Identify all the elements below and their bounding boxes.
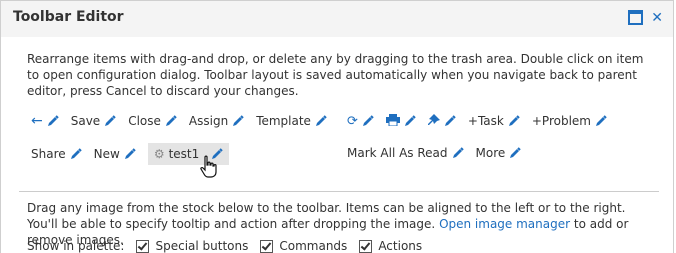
toolbar-item-add-problem[interactable]: +Problem <box>532 111 607 131</box>
section-divider <box>19 191 659 192</box>
toolbar-item-assign[interactable]: Assign <box>189 111 244 131</box>
edit-pencil-icon[interactable] <box>444 115 456 127</box>
toolbar-item-label: More <box>475 146 506 160</box>
toolbar-item-more[interactable]: More <box>476 143 522 163</box>
edit-pencil-icon[interactable] <box>232 115 244 127</box>
edit-pencil-icon[interactable] <box>165 115 177 127</box>
back-arrow-icon: ← <box>31 113 43 129</box>
open-image-manager-link[interactable]: Open image manager <box>439 217 570 231</box>
checkbox-label: Commands <box>279 239 348 253</box>
printer-icon <box>385 113 400 129</box>
checkbox-checked-icon[interactable] <box>260 239 274 253</box>
edit-pencil-icon[interactable] <box>70 148 82 160</box>
toolbar-item-label: Assign <box>188 114 229 128</box>
toolbar-item-label: +Task <box>467 114 504 128</box>
checkbox-special-buttons[interactable]: Special buttons <box>136 239 248 253</box>
toolbar-row-2-right: Mark All As Read More <box>347 143 533 163</box>
edit-pencil-icon[interactable] <box>47 115 59 127</box>
edit-pencil-icon[interactable] <box>509 147 521 159</box>
edit-pencil-icon[interactable] <box>362 115 374 127</box>
dialog-content: Rearrange items with drag-and drop, or d… <box>1 37 673 253</box>
palette-label: Show in palette: <box>27 239 125 253</box>
edit-pencil-icon[interactable] <box>508 115 520 127</box>
title-bar: Toolbar Editor ✕ <box>1 1 673 37</box>
title-bar-controls: ✕ <box>628 10 663 25</box>
gear-icon: ⚙ <box>153 147 165 161</box>
toolbar-item-print[interactable] <box>385 111 416 131</box>
close-icon[interactable]: ✕ <box>651 11 663 25</box>
instructions-text: Rearrange items with drag-and drop, or d… <box>27 52 644 98</box>
checkbox-checked-icon[interactable] <box>359 239 373 253</box>
toolbar-item-label: Mark All As Read <box>347 146 448 160</box>
toolbar-row-1-right: ⟳ +Task +Problem <box>347 111 619 131</box>
toolbar-row-1-left: ← Save Close Assign Template <box>31 111 339 131</box>
edit-pencil-icon[interactable] <box>104 115 116 127</box>
checkbox-checked-icon[interactable] <box>136 239 150 253</box>
checkbox-label: Special buttons <box>155 239 249 253</box>
toolbar-item-label: Save <box>70 114 101 128</box>
edit-pencil-icon[interactable] <box>124 148 136 160</box>
dialog-title: Toolbar Editor <box>13 9 124 25</box>
toolbar-item-mark-all-read[interactable]: Mark All As Read <box>347 143 464 163</box>
edit-pencil-icon[interactable] <box>404 115 416 127</box>
toolbar-item-label: test1 <box>168 147 200 161</box>
toolbar-item-refresh[interactable]: ⟳ <box>347 111 374 131</box>
refresh-icon: ⟳ <box>347 113 358 129</box>
toolbar-item-label: Share <box>31 147 66 161</box>
pin-icon <box>427 113 440 129</box>
edit-pencil-icon[interactable] <box>452 147 464 159</box>
checkbox-label: Actions <box>378 239 423 253</box>
hand-cursor-icon <box>200 155 217 178</box>
checkbox-actions[interactable]: Actions <box>359 239 422 253</box>
edit-pencil-icon[interactable] <box>595 115 607 127</box>
toolbar-item-pin[interactable] <box>427 111 456 131</box>
palette-options: Show in palette: Special buttons Command… <box>27 239 422 253</box>
edit-pencil-icon[interactable] <box>315 115 327 127</box>
toolbar-item-close[interactable]: Close <box>128 111 177 131</box>
toolbar-item-share[interactable]: Share <box>31 144 82 164</box>
toolbar-item-template[interactable]: Template <box>256 111 327 131</box>
toolbar-item-new[interactable]: New <box>94 144 136 164</box>
toolbar-item-add-task[interactable]: +Task <box>468 111 520 131</box>
toolbar-item-label: Close <box>128 114 161 128</box>
toolbar-item-back[interactable]: ← <box>31 111 59 131</box>
checkbox-commands[interactable]: Commands <box>260 239 347 253</box>
toolbar-item-label: Template <box>256 114 311 128</box>
toolbar-item-save[interactable]: Save <box>71 111 116 131</box>
toolbar-item-label: New <box>93 147 120 161</box>
toolbar-item-label: +Problem <box>531 114 591 128</box>
toolbar-editor-dialog: Toolbar Editor ✕ Rearrange items with dr… <box>0 0 674 253</box>
maximize-icon[interactable] <box>628 10 644 25</box>
